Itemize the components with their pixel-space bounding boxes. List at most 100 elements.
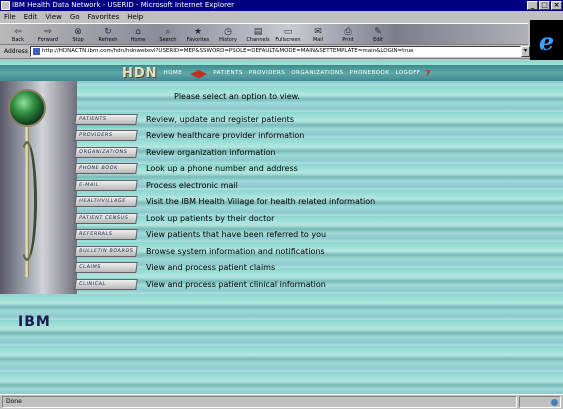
nav-right-arrow-icon[interactable]: ▶ [199, 68, 207, 79]
status-bar: Done [0, 394, 563, 409]
option-button-referrals[interactable]: REFERRALS [74, 229, 138, 240]
option-row-providers[interactable]: PROVIDERS Review healthcare provider info… [74, 128, 563, 144]
nav-providers[interactable]: PROVIDERS [249, 70, 285, 76]
help-icon[interactable]: ? [426, 69, 431, 78]
menu-bar: File Edit View Go Favorites Help [0, 11, 563, 23]
option-link-providers[interactable]: Review healthcare provider information [146, 131, 304, 140]
menu-file[interactable]: File [0, 11, 20, 23]
home-button[interactable]: ⌂ Home [124, 23, 152, 44]
page-icon [32, 48, 40, 55]
option-row-bulletin-boards[interactable]: BULLETIN BOARDS Browse system information… [74, 243, 563, 259]
favorites-icon: ★ [193, 27, 203, 37]
fullscreen-button[interactable]: ▭ Fullscreen [274, 23, 302, 44]
search-label: Search [159, 37, 177, 43]
page-prompt: Please select an option to view. [174, 92, 300, 101]
option-row-clinical[interactable]: CLINICAL View and process patient clinica… [74, 276, 563, 292]
option-link-phonebook[interactable]: Look up a phone number and address [146, 164, 298, 173]
option-button-claims[interactable]: CLAIMS [74, 262, 138, 273]
option-link-patients[interactable]: Review, update and register patients [146, 115, 294, 124]
links-button[interactable]: Links [530, 45, 563, 59]
minimize-button[interactable]: _ [527, 1, 538, 10]
option-button-clinical[interactable]: CLINICAL [74, 278, 138, 290]
channels-button[interactable]: ▤ Channels [244, 23, 272, 44]
close-button[interactable]: × [551, 1, 562, 10]
address-bar: Address http://HDNACTN.ibm.com/hdn/hdnwe… [0, 45, 530, 59]
nav-left-arrow-icon[interactable]: ◀ [190, 68, 198, 79]
option-button-organizations[interactable]: ORGANIZATIONS [74, 146, 138, 158]
option-row-referrals[interactable]: REFERRALS View patients that have been re… [74, 227, 563, 243]
option-row-healthvillage[interactable]: HEALTHVILLAGE Visit the IBM Health Villag… [74, 194, 563, 210]
option-button-phonebook[interactable]: PHONE BOOK [74, 163, 138, 174]
option-button-patients[interactable]: PATIENTS [74, 113, 138, 125]
refresh-button[interactable]: ↻ Refresh [94, 23, 122, 44]
option-link-email[interactable]: Process electronic mail [146, 181, 238, 190]
menu-favorites[interactable]: Favorites [84, 11, 124, 23]
ie-window-icon[interactable] [1, 1, 10, 10]
nav-logoff[interactable]: LOGOFF [395, 70, 420, 76]
nav-home[interactable]: HOME [164, 70, 183, 76]
edit-icon: ✎ [374, 27, 382, 37]
globe-icon [8, 89, 46, 127]
option-row-patients[interactable]: PATIENTS Review, update and register pati… [74, 111, 563, 127]
option-row-claims[interactable]: CLAIMS View and process patient claims [74, 260, 563, 276]
option-row-email[interactable]: E-MAIL Process electronic mail [74, 177, 563, 193]
refresh-label: Refresh [98, 37, 118, 43]
mail-button[interactable]: ✉ Mail [304, 23, 332, 44]
channels-label: Channels [246, 37, 270, 43]
forward-arrow-icon: ⇨ [44, 27, 52, 37]
window-title: IBM Health Data Network - USERID - Micro… [12, 1, 235, 9]
option-link-bulletin-boards[interactable]: Browse system information and notificati… [146, 247, 325, 256]
nav-organizations[interactable]: ORGANIZATIONS [291, 70, 343, 76]
print-label: Print [342, 37, 354, 43]
menu-view[interactable]: View [41, 11, 66, 23]
edit-label: Edit [373, 37, 383, 43]
option-link-claims[interactable]: View and process patient claims [146, 263, 275, 272]
option-row-phonebook[interactable]: PHONE BOOK Look up a phone number and add… [74, 161, 563, 177]
favorites-button[interactable]: ★ Favorites [184, 23, 212, 44]
option-button-providers[interactable]: PROVIDERS [74, 130, 138, 141]
nav-arrows[interactable]: ◀ ▶ [190, 68, 207, 79]
hdn-logo: HDN [122, 65, 158, 81]
menu-go[interactable]: Go [66, 11, 84, 23]
search-icon: ⌕ [165, 27, 171, 37]
browser-toolbar: ⇦ Back ⇨ Forward ⊗ Stop ↻ Refresh ⌂ Home ⌕ Sea… [0, 23, 528, 45]
page-content: HDN HOME ◀ ▶ PATIENTS PROVIDERS ORGANIZAT… [0, 60, 563, 394]
maximize-button[interactable]: □ [539, 1, 550, 10]
history-icon: ◷ [224, 27, 232, 37]
back-button[interactable]: ⇦ Back [4, 23, 32, 44]
option-link-patient-census[interactable]: Look up patients by their doctor [146, 214, 274, 223]
hdn-header-bar: HDN HOME ◀ ▶ PATIENTS PROVIDERS ORGANIZAT… [0, 65, 563, 81]
menu-edit[interactable]: Edit [20, 11, 42, 23]
option-button-healthvillage[interactable]: HEALTHVILLAGE [74, 196, 138, 207]
stop-label: Stop [72, 37, 84, 43]
address-input[interactable]: http://HDNACTN.ibm.com/hdn/hdnwebsvl?USE… [29, 46, 521, 57]
print-button[interactable]: ⎙ Print [334, 23, 362, 44]
address-dropdown-button[interactable]: ▾ [521, 46, 530, 57]
stop-button[interactable]: ⊗ Stop [64, 23, 92, 44]
nav-phonebook[interactable]: PHONEBOOK [350, 70, 390, 76]
option-button-patient-census[interactable]: PATIENT CENSUS [74, 212, 138, 224]
fullscreen-icon: ▭ [283, 27, 293, 37]
option-row-patient-census[interactable]: PATIENT CENSUS Look up patients by their … [74, 210, 563, 226]
history-button[interactable]: ◷ History [214, 23, 242, 44]
option-link-organizations[interactable]: Review organization information [146, 148, 276, 157]
stop-icon: ⊗ [74, 27, 82, 37]
option-button-bulletin-boards[interactable]: BULLETIN BOARDS [74, 245, 138, 257]
option-row-organizations[interactable]: ORGANIZATIONS Review organization informa… [74, 144, 563, 160]
internet-zone-icon [551, 398, 558, 406]
mail-icon: ✉ [314, 27, 322, 37]
security-zone [519, 396, 561, 408]
option-button-email[interactable]: E-MAIL [74, 179, 138, 191]
option-link-healthvillage[interactable]: Visit the IBM Health Village for health … [146, 197, 375, 206]
search-button[interactable]: ⌕ Search [154, 23, 182, 44]
menu-help[interactable]: Help [123, 11, 147, 23]
refresh-icon: ↻ [104, 27, 112, 37]
option-link-clinical[interactable]: View and process patient clinical inform… [146, 280, 326, 289]
address-value: http://HDNACTN.ibm.com/hdn/hdnwebsvl?USE… [41, 48, 414, 54]
forward-button[interactable]: ⇨ Forward [34, 23, 62, 44]
edit-button[interactable]: ✎ Edit [364, 23, 392, 44]
title-bar: IBM Health Data Network - USERID - Micro… [0, 0, 563, 11]
forward-label: Forward [37, 37, 59, 43]
option-link-referrals[interactable]: View patients that have been referred to… [146, 230, 326, 239]
nav-patients[interactable]: PATIENTS [213, 70, 243, 76]
